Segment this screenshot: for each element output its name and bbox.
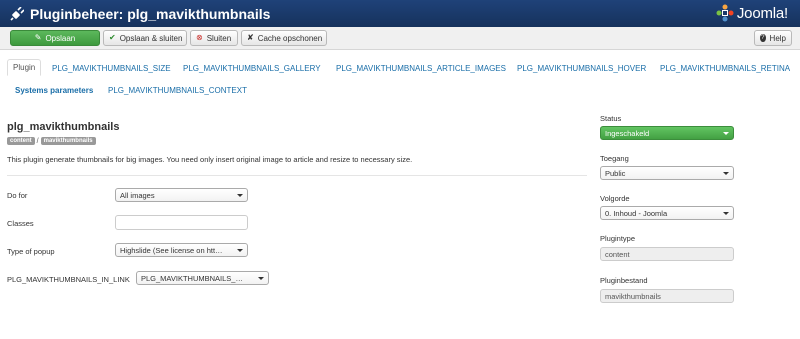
chevron-down-icon: [237, 193, 243, 197]
check-icon: ✔: [109, 33, 116, 42]
tab-gallery[interactable]: PLG_MAVIKTHUMBNAILS_GALLERY: [183, 64, 321, 73]
divider: [7, 175, 587, 176]
status-select[interactable]: Ingeschakeld: [600, 126, 734, 140]
chevron-down-icon: [723, 131, 729, 135]
trash-icon: ✘: [247, 33, 254, 42]
popup-type-select[interactable]: Highslide (See license on htt…: [115, 243, 248, 257]
badge-separator: /: [36, 137, 39, 145]
plugin-type-label: Plugintype: [600, 234, 636, 243]
joomla-wordmark: Joomla!: [736, 4, 788, 22]
close-button[interactable]: ⊗ Sluiten: [190, 30, 238, 46]
save-label: Opslaan: [45, 33, 76, 43]
popup-type-value: Highslide (See license on htt…: [120, 245, 223, 255]
plugin-type-field: content: [600, 247, 734, 261]
classes-input[interactable]: [115, 215, 248, 230]
chevron-down-icon: [258, 276, 264, 280]
chevron-down-icon: [723, 211, 729, 215]
clear-cache-button[interactable]: ✘ Cache opschonen: [241, 30, 327, 46]
toolbar: ✎ Opslaan ✔ Opslaan & sluiten ⊗ Sluiten …: [0, 27, 800, 50]
in-link-value: PLG_MAVIKTHUMBNAILS_…: [141, 273, 243, 283]
tab-plugin[interactable]: Plugin: [7, 59, 42, 76]
chevron-down-icon: [723, 171, 729, 175]
badge-type: content: [7, 137, 35, 145]
plugin-file-label: Pluginbestand: [600, 276, 648, 285]
plugin-description: This plugin generate thumbnails for big …: [7, 155, 413, 164]
order-select[interactable]: 0. Inhoud - Joomla: [600, 206, 734, 220]
in-link-select[interactable]: PLG_MAVIKTHUMBNAILS_…: [136, 271, 269, 285]
cancel-icon: ⊗: [196, 33, 203, 42]
page-header: Pluginbeheer: plg_mavikthumbnails Joomla…: [0, 0, 800, 27]
access-value: Public: [605, 168, 626, 178]
order-label: Volgorde: [600, 194, 630, 203]
plugin-file-field: mavikthumbnails: [600, 289, 734, 303]
badge-element: mavikthumbnails: [40, 137, 96, 145]
tab-article-images[interactable]: PLG_MAVIKTHUMBNAILS_ARTICLE_IMAGES: [336, 64, 506, 73]
close-label: Sluiten: [206, 33, 232, 43]
tab-hover[interactable]: PLG_MAVIKTHUMBNAILS_HOVER: [517, 64, 646, 73]
do-for-value: All images: [120, 190, 155, 200]
status-value: Ingeschakeld: [605, 128, 650, 138]
help-button[interactable]: ? Help: [754, 30, 792, 46]
help-icon: ?: [760, 34, 766, 42]
save-close-label: Opslaan & sluiten: [119, 33, 183, 43]
page-title: Pluginbeheer: plg_mavikthumbnails: [30, 5, 271, 22]
edit-icon: ✎: [34, 33, 42, 42]
plugin-name: plg_mavikthumbnails: [7, 121, 120, 133]
tab-context[interactable]: PLG_MAVIKTHUMBNAILS_CONTEXT: [108, 86, 247, 95]
joomla-logo-icon: [716, 4, 734, 22]
access-select[interactable]: Public: [600, 166, 734, 180]
save-close-button[interactable]: ✔ Opslaan & sluiten: [103, 30, 187, 46]
clear-cache-label: Cache opschonen: [257, 33, 323, 43]
in-link-label: PLG_MAVIKTHUMBNAILS_IN_LINK: [7, 275, 130, 284]
plug-icon: [10, 6, 24, 21]
tab-retina[interactable]: PLG_MAVIKTHUMBNAILS_RETINA: [660, 64, 790, 73]
order-value: 0. Inhoud - Joomla: [605, 208, 668, 218]
access-label: Toegang: [600, 154, 629, 163]
save-button[interactable]: ✎ Opslaan: [10, 30, 100, 46]
do-for-select[interactable]: All images: [115, 188, 248, 202]
help-label: Help: [769, 33, 786, 43]
joomla-logo: Joomla!: [716, 4, 788, 22]
chevron-down-icon: [237, 248, 243, 252]
classes-label: Classes: [7, 219, 34, 228]
do-for-label: Do for: [7, 191, 28, 200]
plugin-badges: content / mavikthumbnails: [7, 137, 96, 145]
status-label: Status: [600, 114, 622, 123]
popup-type-label: Type of popup: [7, 247, 55, 256]
tab-systems-parameters[interactable]: Systems parameters: [15, 86, 93, 95]
tab-size[interactable]: PLG_MAVIKTHUMBNAILS_SIZE: [52, 64, 171, 73]
